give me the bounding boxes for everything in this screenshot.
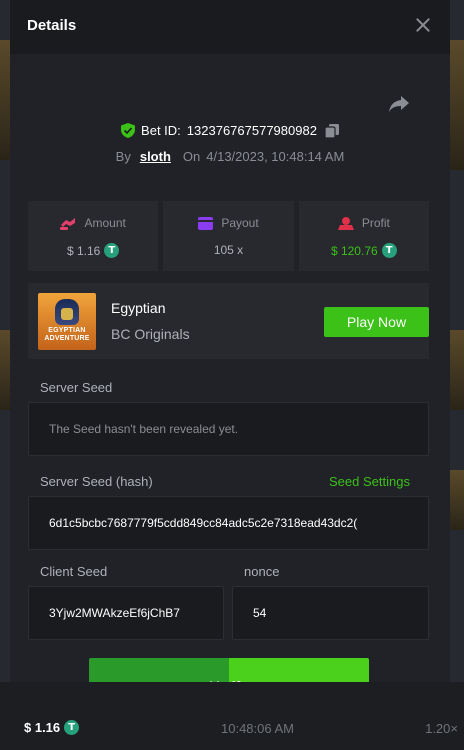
pharaoh-icon: [55, 299, 79, 325]
game-thumbnail-title: EGYPTIAN ADVENTURE: [44, 327, 90, 342]
by-label: By: [115, 149, 131, 164]
background-game-thumb: [0, 330, 10, 410]
payout-value: 105 x: [213, 243, 244, 257]
server-seed-label: Server Seed: [40, 380, 113, 395]
profit-icon: [337, 216, 354, 230]
background-bet-time: 10:48:06 AM: [221, 721, 294, 736]
nonce-field[interactable]: 54: [232, 586, 429, 640]
profit-value: $ 120.76: [330, 243, 378, 258]
background-right-strip: [450, 0, 464, 750]
copy-icon[interactable]: [324, 123, 339, 138]
shield-icon: [121, 123, 136, 138]
client-seed-field[interactable]: 3Yjw2MWAkzeEf6jChB7: [28, 586, 224, 640]
verify-button[interactable]: Verify: [89, 658, 369, 682]
bet-id-row: Bet ID: 132376767577980982: [10, 123, 450, 138]
username-link[interactable]: sloth: [140, 149, 171, 164]
tether-icon: T: [104, 243, 120, 258]
modal-header: Details: [10, 0, 450, 54]
payout-label: Payout: [221, 216, 259, 230]
share-icon[interactable]: [388, 95, 410, 113]
background-bet-multiplier: 1.20×: [425, 721, 458, 736]
tether-icon: T: [381, 243, 397, 258]
amount-stat: Amount $ 1.16 T: [28, 201, 159, 271]
bet-details-modal: Details Bet ID: 132376767577980982 By sl…: [10, 0, 450, 682]
amount-value: $ 1.16: [66, 243, 101, 258]
bet-id-label: Bet ID:: [141, 123, 181, 138]
bet-author-row: By sloth On 4/13/2023, 10:48:14 AM: [10, 149, 450, 164]
background-bet-row[interactable]: $ 1.16 T 10:48:06 AM 1.20×: [0, 682, 464, 750]
background-left-strip: [0, 0, 10, 750]
profit-label: Profit: [361, 216, 390, 230]
amount-icon: [60, 217, 76, 230]
amount-label: Amount: [84, 216, 126, 230]
seed-settings-link[interactable]: Seed Settings: [329, 474, 410, 489]
game-thumbnail[interactable]: EGYPTIAN ADVENTURE: [38, 293, 96, 350]
nonce-label: nonce: [244, 564, 280, 579]
server-seed-field[interactable]: The Seed hasn't been revealed yet.: [28, 402, 429, 456]
server-seed-hash-field[interactable]: 6d1c5bcbc7687779f5cdd849cc84adc5c2e7318e…: [28, 496, 429, 550]
payout-stat: Payout 105 x: [163, 201, 294, 271]
play-now-button[interactable]: Play Now: [324, 307, 429, 337]
game-name: Egyptian: [111, 300, 166, 316]
bet-stats: Amount $ 1.16 T Payout 105 x Profit $ 12…: [28, 201, 429, 271]
background-game-thumb: [450, 470, 464, 530]
game-card: EGYPTIAN ADVENTURE Egyptian BC Originals…: [28, 283, 429, 359]
background-game-thumb: [450, 330, 464, 410]
game-provider: BC Originals: [111, 326, 190, 342]
profit-stat: Profit $ 120.76 T: [298, 201, 429, 271]
bet-id-value: 132376767577980982: [186, 123, 317, 138]
server-seed-hash-label: Server Seed (hash): [40, 474, 153, 489]
payout-icon: [198, 216, 214, 230]
close-icon[interactable]: [414, 16, 432, 34]
tether-icon: T: [64, 720, 80, 735]
background-bet-amount: $ 1.16 T: [24, 720, 80, 735]
background-game-thumb: [0, 40, 10, 160]
background-game-thumb: [450, 40, 464, 170]
client-seed-label: Client Seed: [40, 564, 108, 579]
modal-title: Details: [27, 17, 77, 34]
bet-datetime: 4/13/2023, 10:48:14 AM: [206, 149, 345, 164]
on-label: On: [182, 149, 201, 164]
